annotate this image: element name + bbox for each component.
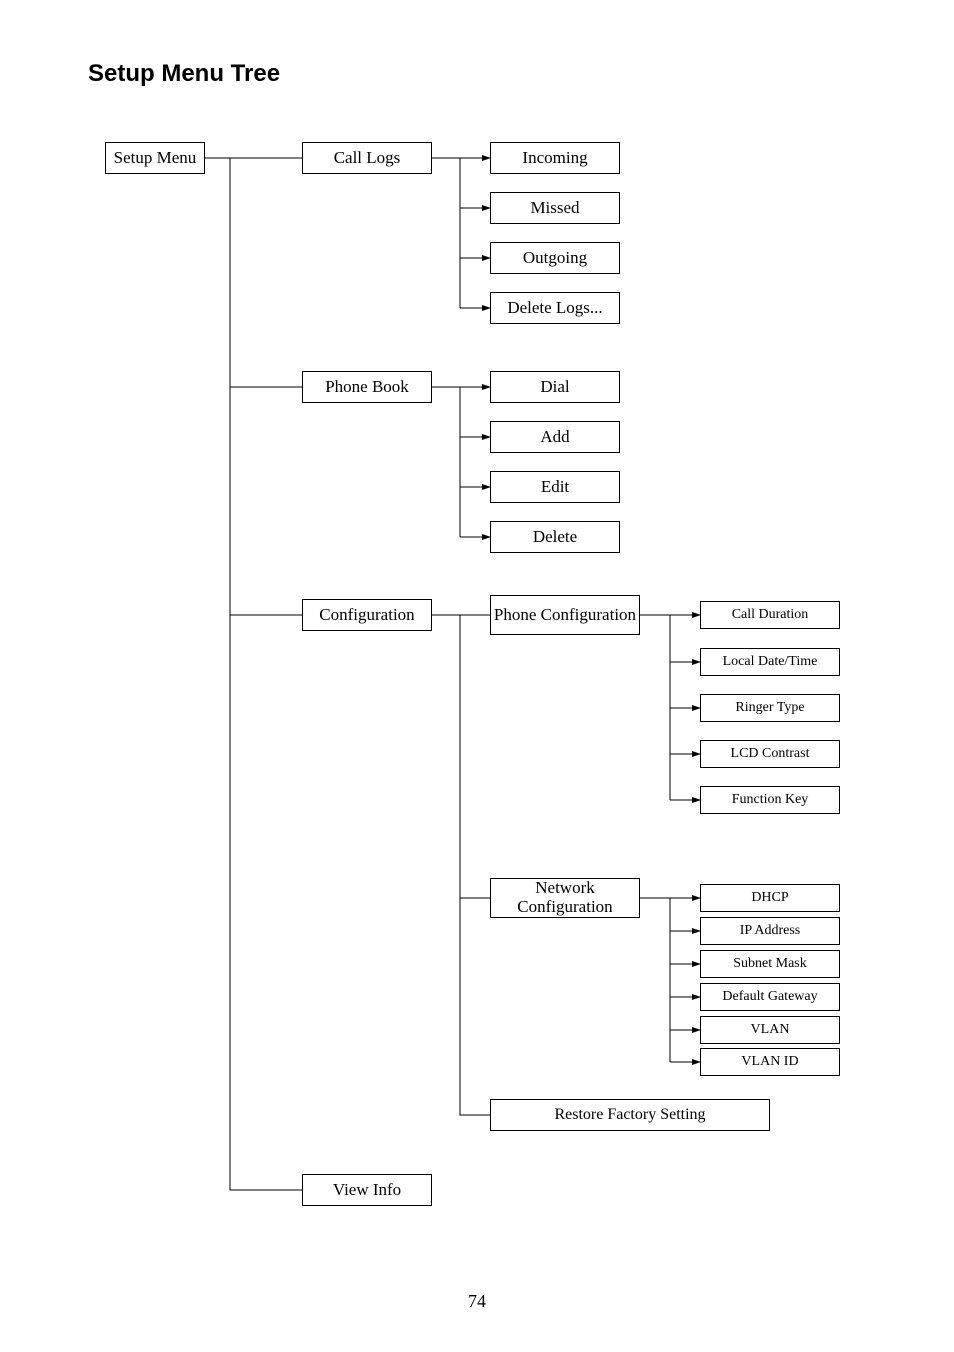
node-phone-configuration: Phone Configuration xyxy=(490,595,640,635)
connector-lines xyxy=(0,0,954,1352)
node-restore-factory: Restore Factory Setting xyxy=(490,1099,770,1131)
node-setup-menu: Setup Menu xyxy=(105,142,205,174)
node-delete: Delete xyxy=(490,521,620,553)
node-add: Add xyxy=(490,421,620,453)
page-title: Setup Menu Tree xyxy=(88,60,280,88)
node-call-duration: Call Duration xyxy=(700,601,840,629)
node-dhcp: DHCP xyxy=(700,884,840,912)
node-edit: Edit xyxy=(490,471,620,503)
node-incoming: Incoming xyxy=(490,142,620,174)
node-subnet-mask: Subnet Mask xyxy=(700,950,840,978)
node-dial: Dial xyxy=(490,371,620,403)
node-view-info: View Info xyxy=(302,1174,432,1206)
node-ringer-type: Ringer Type xyxy=(700,694,840,722)
node-ip-address: IP Address xyxy=(700,917,840,945)
node-local-datetime: Local Date/Time xyxy=(700,648,840,676)
page-number: 74 xyxy=(0,1291,954,1312)
node-delete-logs: Delete Logs... xyxy=(490,292,620,324)
node-missed: Missed xyxy=(490,192,620,224)
node-call-logs: Call Logs xyxy=(302,142,432,174)
node-default-gateway: Default Gateway xyxy=(700,983,840,1011)
node-vlan: VLAN xyxy=(700,1016,840,1044)
node-outgoing: Outgoing xyxy=(490,242,620,274)
node-lcd-contrast: LCD Contrast xyxy=(700,740,840,768)
node-function-key: Function Key xyxy=(700,786,840,814)
node-configuration: Configuration xyxy=(302,599,432,631)
node-vlan-id: VLAN ID xyxy=(700,1048,840,1076)
node-phone-book: Phone Book xyxy=(302,371,432,403)
node-network-configuration: Network Configuration xyxy=(490,878,640,918)
